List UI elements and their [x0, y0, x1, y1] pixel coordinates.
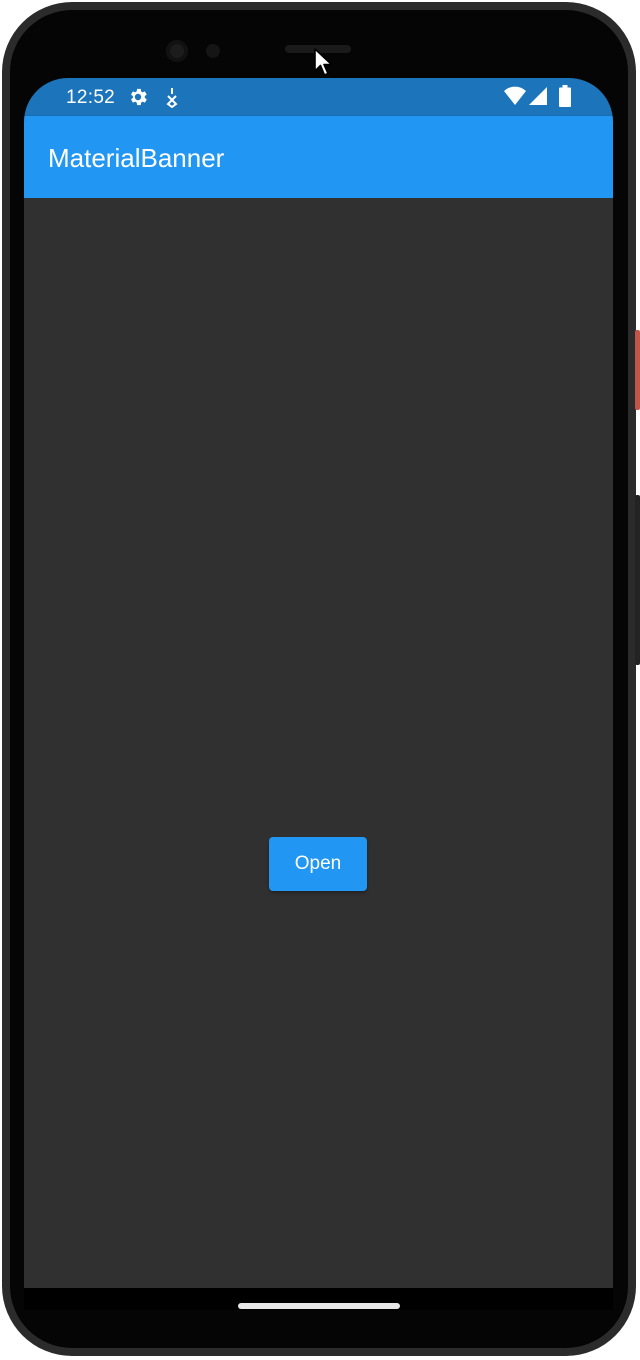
app-bar: MaterialBanner — [24, 116, 613, 198]
volume-button — [635, 495, 640, 665]
power-button — [635, 330, 640, 410]
battery-icon — [559, 85, 571, 112]
status-time: 12:52 — [66, 87, 116, 108]
gear-icon — [127, 86, 149, 113]
home-indicator[interactable] — [238, 1303, 400, 1309]
app-title: MaterialBanner — [48, 143, 225, 173]
front-camera — [166, 40, 188, 62]
proximity-sensor — [206, 44, 220, 58]
screen: 12:52 MaterialBanner Open — [24, 78, 613, 1310]
content-area: Open — [24, 198, 613, 1288]
phone-frame: 12:52 MaterialBanner Open — [0, 0, 640, 1360]
mouse-cursor-icon — [314, 48, 336, 83]
wifi-icon — [504, 86, 526, 111]
status-bar: 12:52 — [24, 78, 613, 116]
open-button[interactable]: Open — [269, 837, 367, 891]
location-icon — [164, 86, 180, 113]
signal-icon — [529, 86, 547, 111]
